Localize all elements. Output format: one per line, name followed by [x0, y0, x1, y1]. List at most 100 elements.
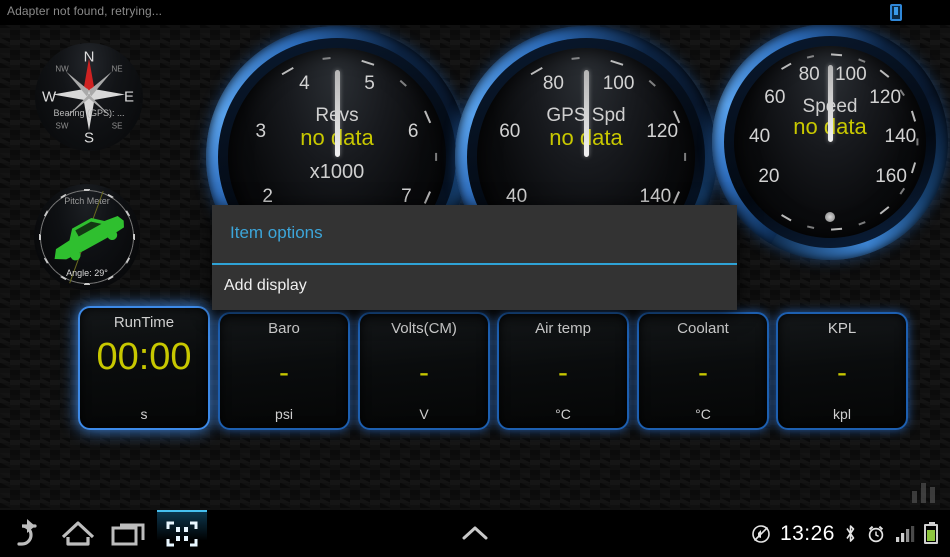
gauge-tick-label: 160 — [875, 166, 907, 188]
tile-label: Air temp — [535, 320, 591, 337]
tile-label: RunTime — [113, 314, 175, 331]
gauge-tick-label: 80 — [542, 72, 564, 94]
gauge-needle — [827, 65, 833, 142]
signal-bars-icon — [896, 525, 915, 542]
gauge-tick — [899, 187, 905, 195]
gauge-tick — [571, 57, 580, 60]
nav-screenshot-button[interactable] — [157, 510, 207, 557]
gauge-tick — [281, 66, 294, 76]
tile-unit: °C — [555, 406, 571, 422]
gauge-tick-label: 100 — [834, 63, 867, 85]
silent-mode-icon — [752, 524, 770, 543]
tile-label: Baro — [268, 320, 300, 337]
back-arrow-icon — [17, 519, 37, 546]
tile-airtemp[interactable]: Air temp - °C — [497, 312, 629, 430]
pitch-graduation — [40, 222, 44, 228]
gauge-speed[interactable]: 20406080100120140160Speedno data — [712, 24, 948, 260]
bluetooth-icon — [846, 525, 855, 542]
gauge-tick-label: 5 — [364, 72, 375, 94]
gauge-tick-label: 80 — [798, 63, 820, 85]
compass-widget[interactable]: N E S W NW NE SE SW Bearing (GPS): ... — [22, 30, 156, 164]
tile-unit: psi — [275, 406, 293, 422]
pitch-graduation — [76, 281, 81, 284]
gauge-tick — [780, 214, 792, 222]
pitch-car-icon — [38, 196, 135, 277]
screenshot-icon — [166, 521, 198, 547]
compass-face: N E S W NW NE SE SW Bearing (GPS): ... — [35, 43, 143, 151]
gauge-tick — [910, 162, 917, 174]
home-icon — [61, 521, 95, 546]
app-status-bar: Adapter not found, retrying... — [0, 0, 950, 25]
gauge-tick — [830, 53, 843, 57]
pitch-meter-widget[interactable]: Pitch Meter Angle: 29° — [22, 172, 152, 302]
gauge-tick — [806, 225, 815, 229]
nav-recents-button[interactable] — [104, 510, 154, 557]
gauge-tick — [424, 191, 432, 204]
gauge-tick-label: 100 — [602, 72, 635, 94]
gauge-tick — [858, 58, 866, 63]
clock-text: 13:26 — [779, 521, 835, 545]
alarm-icon — [868, 525, 884, 542]
gauge-tick — [780, 62, 792, 70]
pitch-graduation — [96, 280, 102, 284]
tile-unit: kpl — [833, 406, 851, 422]
dialog-item-add-display[interactable]: Add display — [224, 277, 307, 295]
battery-icon — [924, 521, 938, 544]
gauge-tick — [684, 152, 686, 162]
expand-up-icon — [462, 526, 488, 540]
pitch-graduation — [40, 226, 43, 231]
tile-value: - — [279, 356, 289, 389]
pitch-graduation — [39, 230, 42, 235]
pitch-title: Pitch Meter — [64, 195, 110, 206]
gauge-tick — [879, 206, 890, 215]
tile-kpl[interactable]: KPL - kpl — [776, 312, 908, 430]
gauge-tick-label: 4 — [299, 72, 310, 94]
tile-label: Coolant — [677, 320, 729, 337]
pitch-graduation — [93, 281, 98, 284]
pitch-graduation — [41, 250, 45, 256]
recents-icon — [111, 523, 145, 546]
gauge-tick — [879, 69, 890, 78]
pitch-angle-label: Angle: 29° — [66, 268, 108, 279]
tile-value: - — [419, 356, 429, 389]
dialog-title: Item options — [230, 223, 323, 242]
tile-label: KPL — [827, 320, 857, 337]
tile-value: - — [837, 356, 847, 389]
gauge-tick — [830, 227, 843, 231]
system-status-area[interactable]: 13:26 — [751, 510, 950, 557]
tile-runtime[interactable]: RunTime 00:00 s — [78, 306, 210, 430]
tile-baro[interactable]: Baro - psi — [218, 312, 350, 430]
tile-coolant[interactable]: Coolant - °C — [637, 312, 769, 430]
tile-volts[interactable]: Volts(CM) - V — [358, 312, 490, 430]
gauge-subtitle: x1000 — [309, 161, 365, 184]
gauge-face: 20406080100120140160Speedno data — [734, 46, 926, 238]
nav-expand-button[interactable] — [450, 510, 500, 557]
pitch-face: Pitch Meter Angle: 29° — [34, 184, 140, 290]
gauge-tick — [648, 80, 656, 87]
compass-bearing-label: Bearing (GPS): ... — [53, 107, 125, 118]
gauge-tick — [858, 221, 866, 226]
gauge-tick-label: 20 — [758, 166, 780, 188]
equalizer-icon[interactable] — [912, 477, 942, 503]
gauge-tick — [361, 59, 375, 66]
tile-label: Volts(CM) — [391, 320, 457, 337]
pitch-graduation — [100, 279, 106, 283]
gauge-tick — [399, 80, 407, 87]
tile-unit: V — [419, 406, 429, 422]
tile-value: - — [698, 356, 708, 389]
gauge-needle — [334, 69, 340, 157]
gauge-tick — [610, 59, 624, 66]
tile-value: - — [558, 356, 568, 389]
pitch-graduation — [80, 282, 85, 285]
gauge-tick — [530, 66, 543, 76]
tile-unit: °C — [695, 406, 711, 422]
adapter-status-text: Adapter not found, retrying... — [7, 4, 163, 18]
nav-home-button[interactable] — [53, 510, 103, 557]
gauge-tick — [806, 55, 815, 59]
tile-value: 00:00 — [96, 336, 192, 378]
item-options-dialog: Item options Add display — [212, 205, 737, 310]
gauge-tick — [435, 152, 437, 162]
android-navigation-bar: 13:26 — [0, 510, 950, 557]
device-icon — [890, 4, 902, 21]
nav-back-button[interactable] — [2, 510, 52, 557]
